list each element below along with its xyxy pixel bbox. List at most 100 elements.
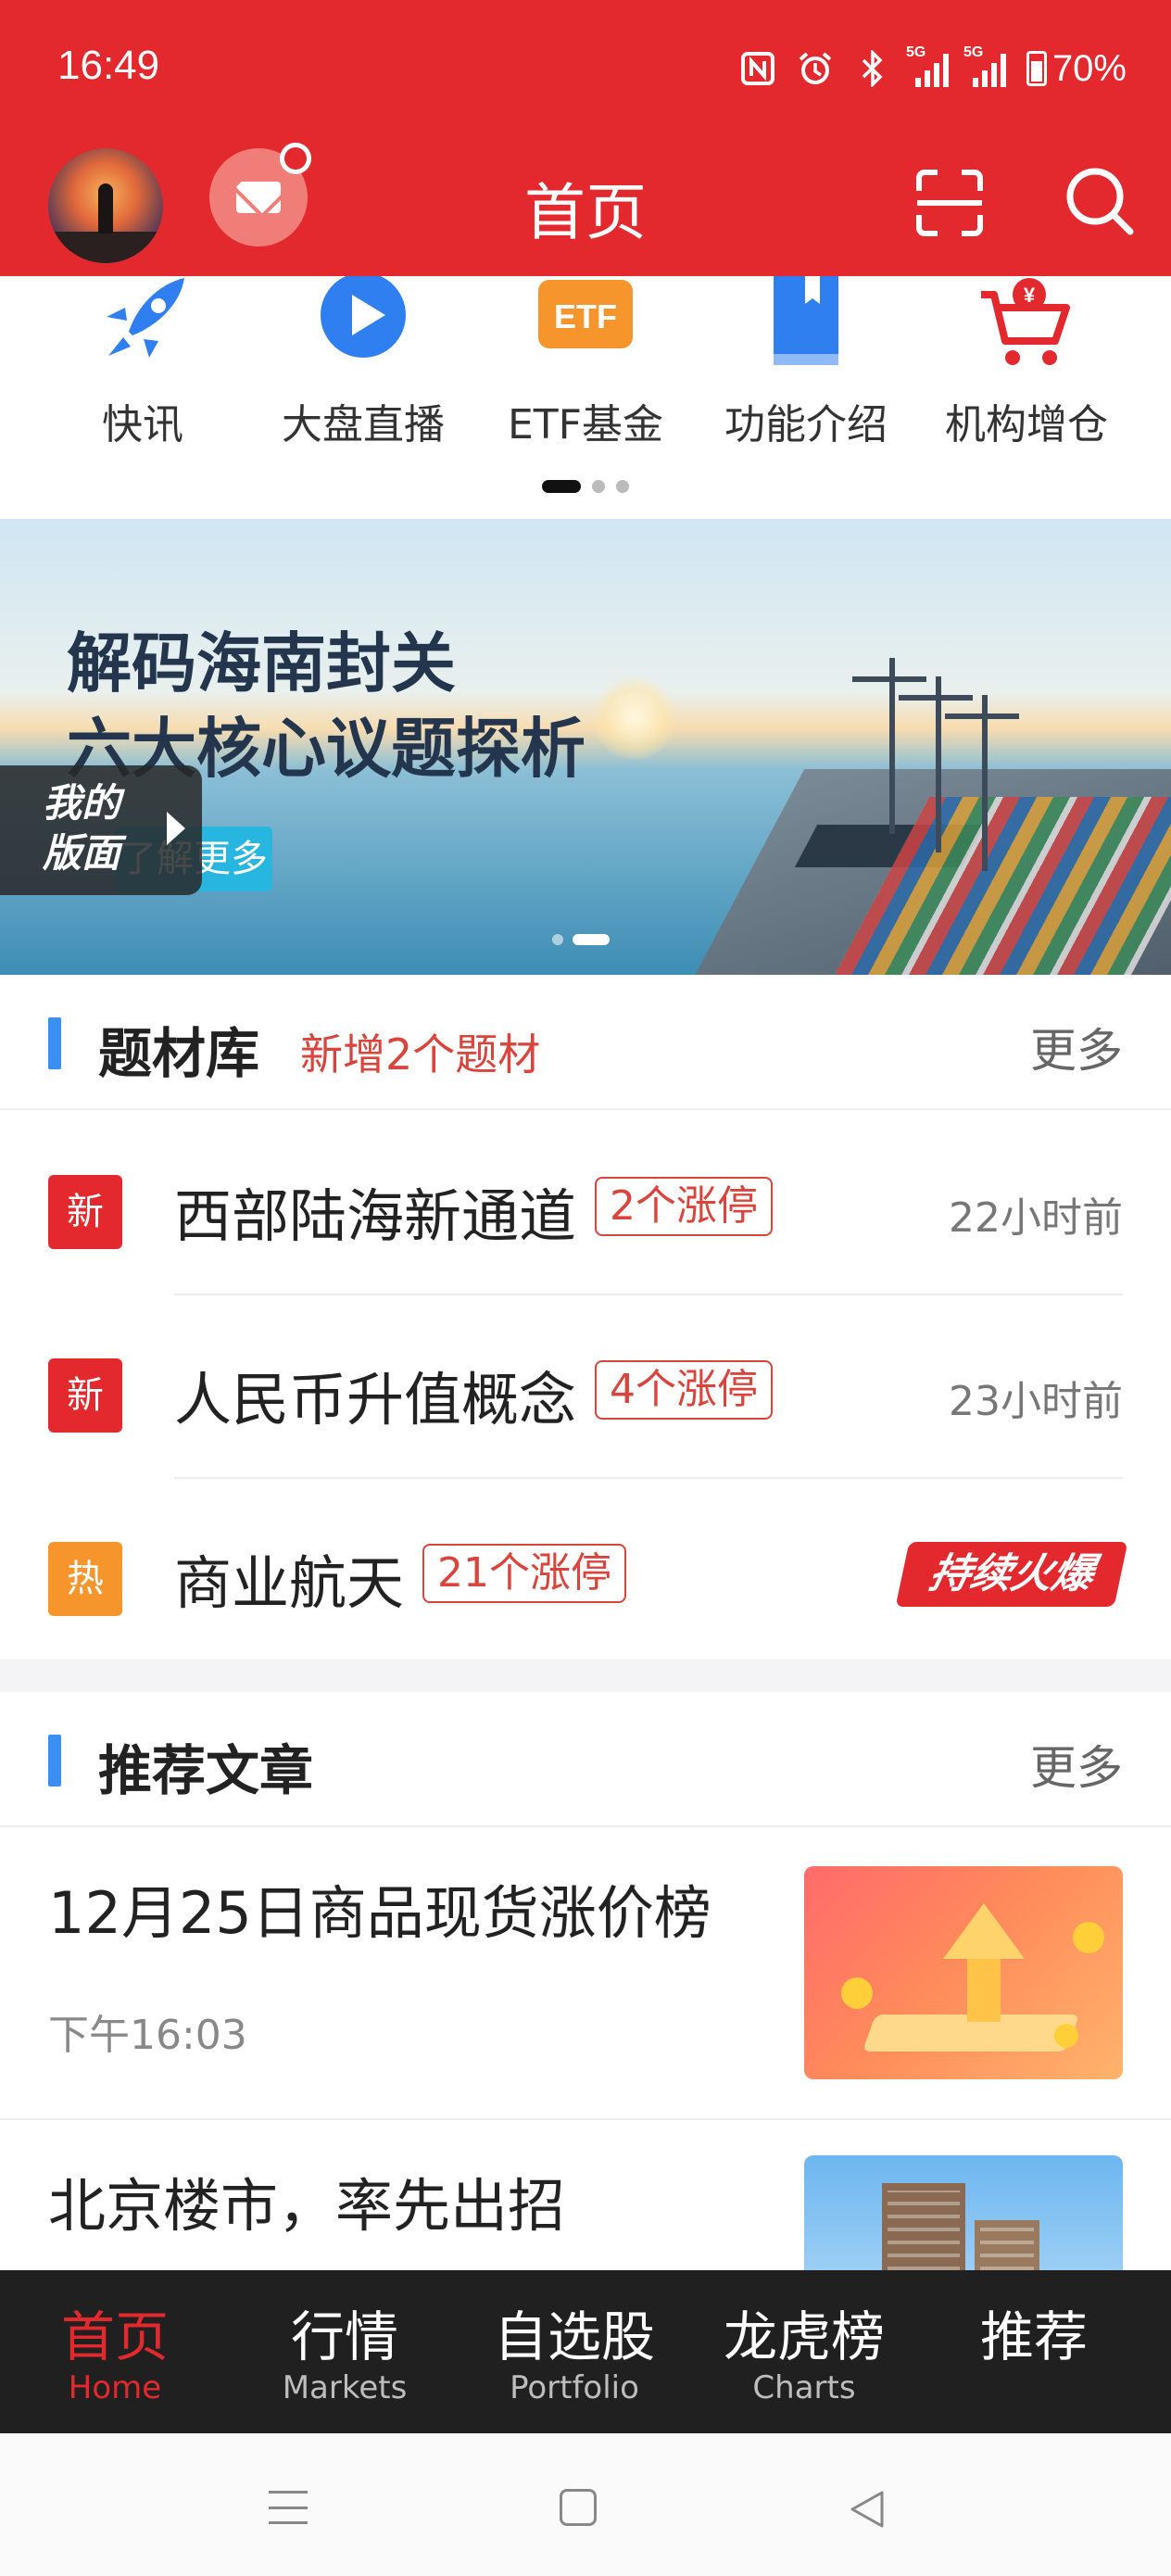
- section-title: 推荐文章: [98, 1739, 314, 1802]
- article-item[interactable]: 北京楼市，率先出招: [0, 2124, 1171, 2270]
- nav-label-en: Charts: [752, 2369, 856, 2406]
- book-icon: [695, 276, 917, 369]
- battery-icon: [1026, 51, 1047, 86]
- alarm-icon: [797, 50, 834, 87]
- system-nav-bar: [0, 2433, 1171, 2576]
- play-icon: [252, 276, 474, 369]
- section-accent-bar: [48, 1017, 61, 1069]
- nav-label-cn: 推荐: [979, 2305, 1088, 2368]
- nav-markets[interactable]: 行情 Markets: [230, 2270, 460, 2433]
- topics-subtitle: 新增2个题材: [300, 1029, 541, 1080]
- limit-up-badge: 4个涨停: [595, 1360, 773, 1420]
- topic-row[interactable]: 新 人民币升值概念 4个涨停 23小时前: [0, 1294, 1171, 1477]
- signal-icon-2: 5G: [963, 44, 1006, 87]
- trending-badge: 持续火爆: [895, 1542, 1128, 1607]
- quick-item-institution[interactable]: ¥ 机构增仓: [915, 276, 1138, 450]
- topics-header: 题材库 新增2个题材 更多: [0, 975, 1171, 1105]
- nav-home[interactable]: 首页 Home: [0, 2270, 230, 2433]
- nav-label-en: Home: [68, 2369, 162, 2406]
- article-title: 北京楼市，率先出招: [48, 2172, 566, 2240]
- quick-menu: 快讯 大盘直播 ETF ETF基金 功能介绍 ¥ 机构增仓: [0, 276, 1171, 519]
- topic-name: 西部陆海新通道: [174, 1182, 577, 1250]
- topic-row[interactable]: 热 商业航天 21个涨停 持续火爆: [0, 1477, 1171, 1661]
- limit-up-badge: 2个涨停: [595, 1177, 773, 1236]
- topic-row[interactable]: 新 西部陆海新通道 2个涨停 22小时前: [0, 1110, 1171, 1294]
- rocket-icon: [31, 276, 254, 369]
- topics-more-link[interactable]: 更多: [1030, 1014, 1123, 1080]
- article-thumbnail: [804, 1866, 1123, 2079]
- recents-button[interactable]: [269, 2491, 308, 2524]
- quick-item-label: ETF基金: [508, 401, 663, 448]
- nav-label-cn: 自选股: [493, 2305, 655, 2368]
- quick-menu-pager[interactable]: [0, 480, 1171, 493]
- my-layout-label-1: 我的: [43, 780, 121, 826]
- bluetooth-icon: [854, 50, 891, 87]
- topic-name: 人民币升值概念: [174, 1366, 577, 1433]
- banner-dot-active: [573, 934, 610, 945]
- battery-indicator: 70%: [1026, 48, 1127, 90]
- bottom-nav: 首页 Home 行情 Markets 自选股 Portfolio 龙虎榜 Cha…: [0, 2270, 1171, 2433]
- promo-banner[interactable]: 解码海南封关 六大核心议题探析 了解更多 我的 版面: [0, 519, 1171, 975]
- article-item[interactable]: 12月25日商品现货涨价榜 下午16:03: [0, 1831, 1171, 2120]
- divider: [0, 1825, 1171, 1827]
- tag-new: 新: [48, 1175, 122, 1249]
- nav-charts[interactable]: 龙虎榜 Charts: [689, 2270, 919, 2433]
- nav-label-cn: 龙虎榜: [723, 2305, 885, 2368]
- section-accent-bar: [48, 1735, 61, 1787]
- signal-icon: 5G: [906, 44, 949, 87]
- status-bar-icons: 5G 5G 70%: [739, 43, 1127, 95]
- quick-item-features[interactable]: 功能介绍: [695, 276, 917, 450]
- banner-dot: [552, 934, 563, 945]
- battery-percent: 70%: [1051, 47, 1127, 89]
- limit-up-badge: 21个涨停: [422, 1544, 626, 1603]
- topic-time: 22小时前: [949, 1194, 1123, 1242]
- status-time: 16:49: [57, 43, 160, 88]
- divider: [0, 2118, 1171, 2120]
- quick-item-label: 快讯: [102, 401, 183, 448]
- etf-icon-text: ETF: [554, 297, 617, 335]
- signal-label: 5G: [905, 44, 926, 60]
- nfc-icon: [739, 50, 776, 87]
- etf-icon: ETF: [474, 276, 697, 369]
- quick-item-live[interactable]: 大盘直播: [252, 276, 474, 450]
- pager-dot: [616, 480, 629, 493]
- quick-item-label: 大盘直播: [282, 401, 445, 448]
- page-title: 首页: [524, 177, 647, 248]
- cart-icon: ¥: [915, 276, 1138, 369]
- articles-header: 推荐文章 更多: [0, 1692, 1171, 1822]
- nav-label-en: Markets: [282, 2369, 408, 2406]
- article-time: 下午16:03: [48, 2012, 247, 2059]
- article-thumbnail: [804, 2155, 1123, 2270]
- topic-time: 23小时前: [949, 1378, 1123, 1425]
- banner-pager[interactable]: [552, 934, 610, 945]
- quick-item-label: 机构增仓: [945, 401, 1108, 448]
- tag-new: 新: [48, 1358, 122, 1433]
- nav-recommend[interactable]: 推荐: [919, 2270, 1149, 2433]
- nav-label-en: Portfolio: [510, 2369, 639, 2406]
- top-header: 16:49 5G 5G 70% 首页: [0, 0, 1171, 276]
- quick-item-etf[interactable]: ETF ETF基金: [474, 276, 697, 450]
- nav-label-cn: 行情: [290, 2305, 398, 2368]
- section-gap: [0, 1659, 1171, 1692]
- topic-name: 商业航天: [174, 1549, 405, 1617]
- back-button[interactable]: [847, 2489, 888, 2530]
- search-icon[interactable]: [1062, 163, 1136, 237]
- tag-hot: 热: [48, 1542, 122, 1616]
- article-title: 12月25日商品现货涨价榜: [48, 1879, 711, 1947]
- scan-icon[interactable]: [915, 169, 984, 237]
- home-button[interactable]: [560, 2489, 597, 2526]
- articles-more-link[interactable]: 更多: [1030, 1731, 1123, 1798]
- my-layout-button[interactable]: 我的 版面: [0, 765, 202, 895]
- my-layout-label-2: 版面: [43, 830, 121, 876]
- svg-text:¥: ¥: [1024, 284, 1036, 307]
- nav-portfolio[interactable]: 自选股 Portfolio: [460, 2270, 689, 2433]
- pager-dot-active: [542, 480, 581, 493]
- play-arrow-icon: [167, 812, 185, 845]
- quick-item-flash-news[interactable]: 快讯: [31, 276, 254, 450]
- quick-item-label: 功能介绍: [724, 401, 888, 448]
- banner-title-line1: 解码海南封关: [67, 625, 456, 701]
- signal-label-2: 5G: [963, 44, 984, 60]
- pager-dot: [592, 480, 605, 493]
- nav-label-cn: 首页: [60, 2305, 169, 2368]
- section-title: 题材库: [98, 1022, 260, 1085]
